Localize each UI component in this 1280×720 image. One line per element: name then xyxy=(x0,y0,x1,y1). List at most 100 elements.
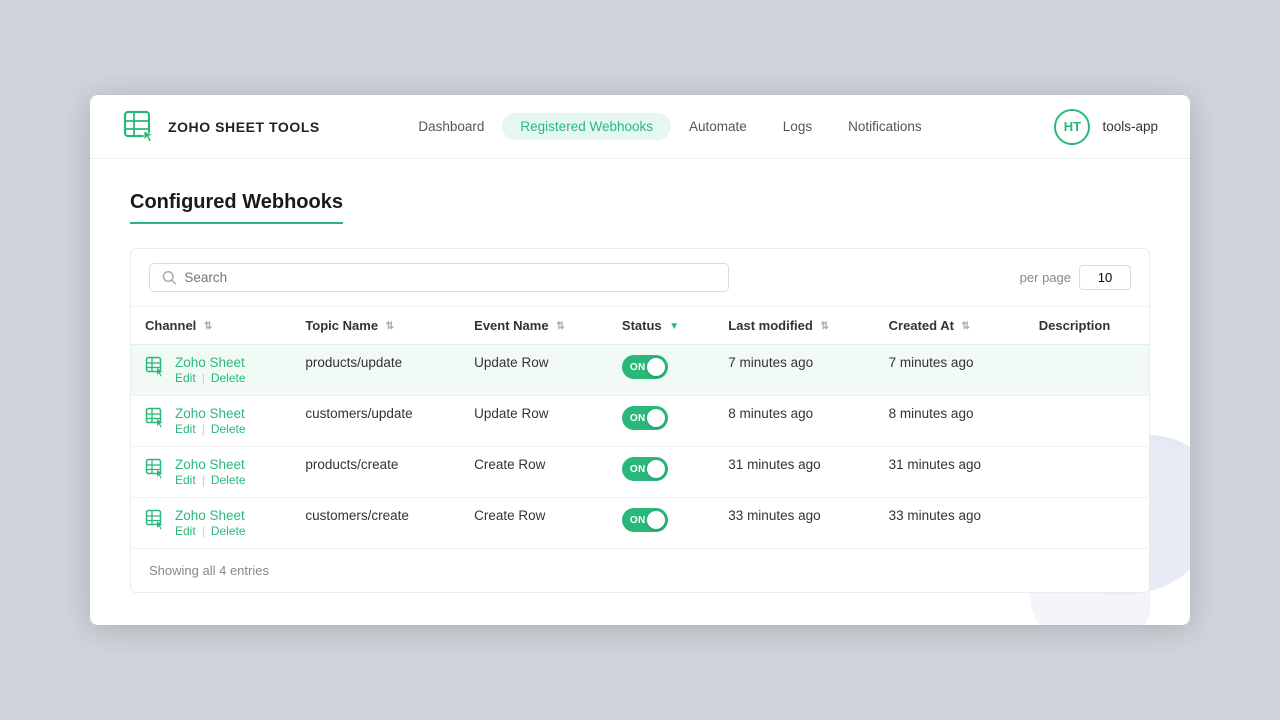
toggle-knob xyxy=(647,511,665,529)
action-separator: | xyxy=(202,422,205,436)
cell-last-modified-3: 33 minutes ago xyxy=(714,498,874,549)
edit-link[interactable]: Edit xyxy=(175,473,196,487)
col-event[interactable]: Event Name ⇅ xyxy=(460,307,608,345)
cell-description-3 xyxy=(1025,498,1149,549)
toggle-label: ON xyxy=(630,362,646,373)
zoho-sheet-icon xyxy=(145,407,167,429)
toggle-label: ON xyxy=(630,464,646,475)
edit-link[interactable]: Edit xyxy=(175,524,196,538)
search-input[interactable] xyxy=(184,270,716,285)
cell-description-0 xyxy=(1025,345,1149,396)
per-page-label: per page xyxy=(1020,270,1071,285)
search-input-wrapper[interactable] xyxy=(149,263,729,292)
channel-name[interactable]: Zoho Sheet xyxy=(175,406,246,421)
per-page-input[interactable] xyxy=(1079,265,1131,290)
channel-name[interactable]: Zoho Sheet xyxy=(175,355,246,370)
table-row: Zoho Sheet Edit | Delete customers/creat… xyxy=(131,498,1149,549)
sort-icon-topic: ⇅ xyxy=(386,321,394,332)
toggle-knob xyxy=(647,409,665,427)
table-footer: Showing all 4 entries xyxy=(131,548,1149,592)
table-row: Zoho Sheet Edit | Delete products/update… xyxy=(131,345,1149,396)
cell-topic-3: customers/create xyxy=(291,498,460,549)
cell-created-at-0: 7 minutes ago xyxy=(875,345,1025,396)
delete-link[interactable]: Delete xyxy=(211,473,246,487)
cell-last-modified-0: 7 minutes ago xyxy=(714,345,874,396)
action-separator: | xyxy=(202,371,205,385)
channel-name[interactable]: Zoho Sheet xyxy=(175,457,246,472)
col-last-modified[interactable]: Last modified ⇅ xyxy=(714,307,874,345)
nav-automate[interactable]: Automate xyxy=(671,113,765,140)
sort-icon-last-modified: ⇅ xyxy=(820,321,828,332)
cell-topic-2: products/create xyxy=(291,447,460,498)
header-right: HT tools-app xyxy=(998,109,1158,145)
sort-icon-channel: ⇅ xyxy=(204,321,212,332)
col-status[interactable]: Status ▼ xyxy=(608,307,714,345)
col-channel[interactable]: Channel ⇅ xyxy=(131,307,291,345)
table-row: Zoho Sheet Edit | Delete customers/updat… xyxy=(131,396,1149,447)
header: ZOHO SHEET TOOLS Dashboard Registered We… xyxy=(90,95,1190,159)
zoho-sheet-icon xyxy=(145,509,167,531)
cell-last-modified-2: 31 minutes ago xyxy=(714,447,874,498)
status-toggle[interactable]: ON xyxy=(622,508,668,532)
page-title-area: Configured Webhooks xyxy=(130,191,1150,224)
cell-last-modified-1: 8 minutes ago xyxy=(714,396,874,447)
channel-name[interactable]: Zoho Sheet xyxy=(175,508,246,523)
table-body: Zoho Sheet Edit | Delete products/update… xyxy=(131,345,1149,549)
main-nav: Dashboard Registered Webhooks Automate L… xyxy=(342,113,998,140)
toggle-label: ON xyxy=(630,515,646,526)
webhooks-table: Channel ⇅ Topic Name ⇅ Event Name ⇅ St xyxy=(131,307,1149,548)
cell-created-at-1: 8 minutes ago xyxy=(875,396,1025,447)
edit-link[interactable]: Edit xyxy=(175,422,196,436)
status-toggle[interactable]: ON xyxy=(622,457,668,481)
cell-description-2 xyxy=(1025,447,1149,498)
sort-icon-status: ▼ xyxy=(669,321,679,332)
cell-event-1: Update Row xyxy=(460,396,608,447)
cell-event-0: Update Row xyxy=(460,345,608,396)
delete-link[interactable]: Delete xyxy=(211,371,246,385)
cell-description-1 xyxy=(1025,396,1149,447)
nav-dashboard[interactable]: Dashboard xyxy=(400,113,502,140)
cell-created-at-3: 33 minutes ago xyxy=(875,498,1025,549)
cell-status-3: ON xyxy=(608,498,714,549)
zoho-sheet-icon xyxy=(145,458,167,480)
entry-count: Showing all 4 entries xyxy=(149,563,269,578)
cell-created-at-2: 31 minutes ago xyxy=(875,447,1025,498)
col-created-at[interactable]: Created At ⇅ xyxy=(875,307,1025,345)
nav-notifications[interactable]: Notifications xyxy=(830,113,940,140)
page-content: Configured Webhooks per page xyxy=(90,159,1190,625)
toggle-label: ON xyxy=(630,413,646,424)
cell-channel-3: Zoho Sheet Edit | Delete xyxy=(131,498,291,549)
col-topic[interactable]: Topic Name ⇅ xyxy=(291,307,460,345)
webhooks-card: per page Channel ⇅ Topic Name ⇅ xyxy=(130,248,1150,593)
status-toggle[interactable]: ON xyxy=(622,355,668,379)
action-separator: | xyxy=(202,524,205,538)
nav-logs[interactable]: Logs xyxy=(765,113,830,140)
search-bar: per page xyxy=(131,249,1149,307)
status-toggle[interactable]: ON xyxy=(622,406,668,430)
zoho-sheet-icon xyxy=(145,356,167,378)
nav-registered-webhooks[interactable]: Registered Webhooks xyxy=(502,113,671,140)
delete-link[interactable]: Delete xyxy=(211,422,246,436)
logo-text: ZOHO SHEET TOOLS xyxy=(168,119,320,135)
app-name: tools-app xyxy=(1102,119,1158,134)
search-icon xyxy=(162,270,176,285)
col-description: Description xyxy=(1025,307,1149,345)
logo-area: ZOHO SHEET TOOLS xyxy=(122,109,342,145)
table-row: Zoho Sheet Edit | Delete products/create… xyxy=(131,447,1149,498)
cell-channel-0: Zoho Sheet Edit | Delete xyxy=(131,345,291,396)
cell-channel-2: Zoho Sheet Edit | Delete xyxy=(131,447,291,498)
cell-topic-1: customers/update xyxy=(291,396,460,447)
cell-status-0: ON xyxy=(608,345,714,396)
cell-topic-0: products/update xyxy=(291,345,460,396)
sort-icon-created-at: ⇅ xyxy=(962,321,970,332)
avatar[interactable]: HT xyxy=(1054,109,1090,145)
cell-event-2: Create Row xyxy=(460,447,608,498)
edit-link[interactable]: Edit xyxy=(175,371,196,385)
delete-link[interactable]: Delete xyxy=(211,524,246,538)
logo-icon xyxy=(122,109,158,145)
cell-status-2: ON xyxy=(608,447,714,498)
cell-event-3: Create Row xyxy=(460,498,608,549)
action-separator: | xyxy=(202,473,205,487)
toggle-knob xyxy=(647,460,665,478)
per-page-area: per page xyxy=(1020,265,1131,290)
